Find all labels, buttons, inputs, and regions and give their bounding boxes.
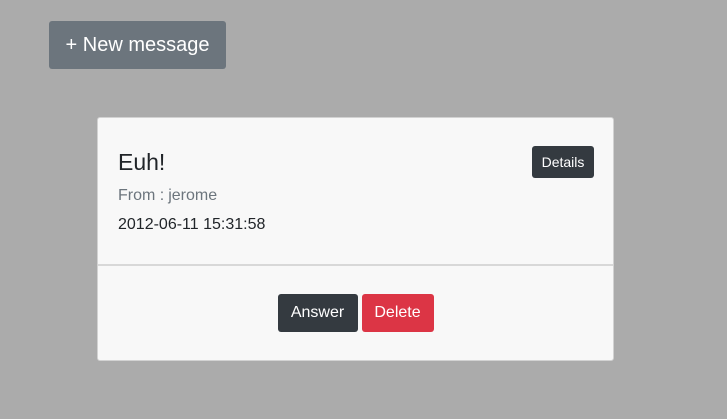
message-sender: jerome [168,187,218,204]
card-divider [98,264,613,266]
from-label: From : [118,187,165,204]
message-actions: Answer Delete [98,294,613,332]
message-date: 2012-06-11 15:31:58 [118,216,266,233]
message-title: Euh! [118,149,166,175]
details-button[interactable]: Details [532,146,594,178]
message-from: From : jerome [118,186,217,206]
message-card: Euh! Details From : jerome 2012-06-11 15:… [97,117,614,361]
answer-button[interactable]: Answer [277,294,358,332]
delete-button[interactable]: Delete [361,294,434,332]
new-message-button[interactable]: + New message [49,21,226,69]
